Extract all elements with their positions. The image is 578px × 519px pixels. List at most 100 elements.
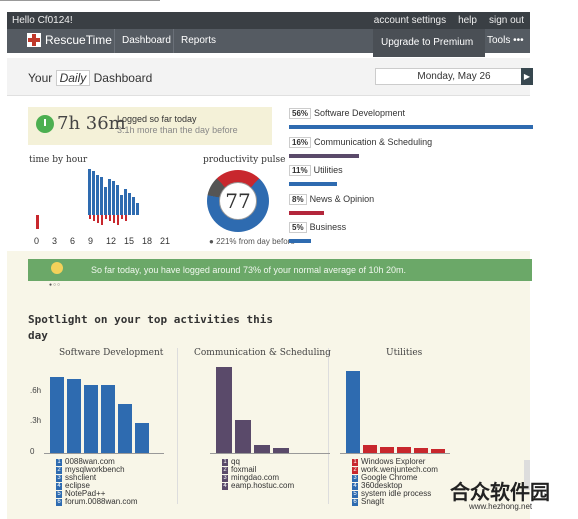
- pulse-note: ● 221% from day before: [209, 237, 295, 246]
- hour-bar: [36, 215, 39, 229]
- y-tick: .3h: [30, 416, 42, 425]
- activity-bar: [254, 445, 270, 453]
- activity-bar: [397, 447, 411, 453]
- activity-bar: [118, 404, 132, 453]
- activity-rank: 2: [222, 466, 228, 474]
- activity-rank: 6: [352, 498, 358, 506]
- hour-bar: [105, 215, 107, 219]
- activity-list: 1 0088wan.com 2 mysqlworkbench 3 sshclient 4 ec…: [56, 458, 137, 506]
- main-nav: RescueTime Dashboard Reports Upgrade to …: [7, 29, 530, 76]
- help-link[interactable]: help: [458, 15, 477, 26]
- category-name: Business: [309, 222, 347, 232]
- hour-bar: [136, 203, 139, 215]
- category-bar: [289, 125, 533, 129]
- hour-bar: [117, 215, 119, 225]
- activity-rank: 1: [352, 458, 358, 466]
- column-title: Communication & Scheduling: [194, 348, 331, 358]
- category-item: 5% Business: [289, 222, 346, 233]
- dashboard-header: Your Daily Dashboard ◀ Monday, May 26 ▶: [7, 58, 533, 96]
- category-name: Communication & Scheduling: [314, 136, 433, 147]
- activity-rank: 6: [56, 498, 62, 506]
- hour-bar: [96, 175, 99, 215]
- hour-bar: [97, 215, 99, 223]
- hour-bar: [88, 169, 91, 215]
- category-percent: 16%: [289, 136, 312, 148]
- category-item: 16% Communication & Scheduling: [289, 136, 433, 148]
- summary-message: So far today, you have logged around 73%…: [91, 265, 407, 275]
- hour-bar: [120, 195, 123, 215]
- pulse-score: 77: [219, 182, 257, 220]
- category-percent: 56%: [289, 108, 312, 119]
- date-picker[interactable]: Monday, May 26: [375, 68, 533, 85]
- category-bar: [289, 210, 324, 215]
- activity-bar: [216, 367, 232, 453]
- hour-bar: [125, 215, 127, 221]
- top-bar: Hello Cf0124! account settings help sign…: [7, 12, 530, 29]
- hour-bar: [104, 187, 107, 215]
- category-percent: 5%: [289, 222, 307, 233]
- activity-rank: 1: [56, 458, 62, 466]
- hour-tick: 3: [52, 236, 58, 246]
- column-title: Software Development: [59, 348, 164, 358]
- watermark-logo: 合众软件园: [450, 482, 550, 504]
- x-axis: [44, 453, 164, 454]
- hour-bar: [89, 215, 91, 219]
- tools-label: Tools: [487, 35, 511, 46]
- activity-bar: [235, 420, 251, 453]
- activity-rank: 5: [56, 490, 62, 498]
- category-item: 11% Utilities: [289, 165, 343, 176]
- upgrade-label: Upgrade to Premium: [381, 37, 474, 48]
- activity-bar: [101, 385, 115, 453]
- column-divider: [177, 348, 178, 504]
- tab-dashboard[interactable]: Dashboard: [114, 29, 178, 53]
- category-item: 8% News & Opinion: [289, 193, 375, 205]
- rescuetime-logo-icon: [27, 33, 41, 47]
- brand-logo[interactable]: RescueTime: [27, 33, 112, 47]
- period-select[interactable]: Daily: [55, 70, 91, 86]
- tools-menu[interactable]: Tools •••: [487, 29, 524, 53]
- category-bar: [289, 153, 359, 158]
- hour-bar: [108, 179, 111, 215]
- activity-rank: 4: [56, 482, 62, 490]
- logged-time: 7h 36m: [57, 113, 126, 134]
- activity-rank: 3: [352, 474, 358, 482]
- next-day-button[interactable]: ▶: [521, 68, 533, 85]
- hour-bar: [124, 189, 127, 215]
- column-title: Utilities: [386, 348, 423, 358]
- category-name: Utilities: [313, 165, 343, 175]
- hour-bar: [112, 181, 115, 215]
- spotlight-title: Spotlight on your top activities this da…: [28, 313, 274, 342]
- y-tick: 0: [30, 447, 35, 456]
- hour-bar: [116, 185, 119, 215]
- activity-bar: [84, 385, 98, 453]
- category-item: 56% Software Development: [289, 108, 405, 119]
- activity-rank: 3: [56, 474, 62, 482]
- hour-bar: [92, 171, 95, 215]
- activity-rank: 4: [222, 482, 228, 490]
- hour-bar: [121, 215, 123, 219]
- hour-tick: 0: [34, 236, 40, 246]
- hour-bar: [109, 215, 111, 221]
- activity-item: 6 SnagIt: [352, 498, 438, 506]
- summary-banner: So far today, you have logged around 73%…: [28, 259, 532, 281]
- hour-bar: [113, 215, 115, 223]
- title-label: Dashboard: [93, 71, 153, 85]
- upgrade-button[interactable]: Upgrade to Premium?: [373, 29, 485, 76]
- account-settings-link[interactable]: account settings: [374, 15, 446, 26]
- hour-tick: 15: [124, 236, 135, 246]
- category-name: News & Opinion: [309, 193, 375, 204]
- clock-icon: [36, 115, 54, 133]
- activity-bar: [67, 379, 81, 453]
- carousel-dots[interactable]: ●○○: [49, 282, 61, 288]
- activity-rank: 2: [352, 466, 358, 474]
- sign-out-link[interactable]: sign out: [489, 15, 524, 26]
- tab-reports[interactable]: Reports: [173, 29, 223, 53]
- hour-tick: 9: [88, 236, 94, 246]
- hour-tick: 6: [70, 236, 76, 246]
- x-axis: [210, 453, 330, 454]
- category-percent: 11%: [289, 165, 311, 176]
- logged-time-card: 7h 36m Logged so far today 3.1h more tha…: [28, 107, 272, 145]
- page-title: Your Daily Dashboard: [28, 70, 152, 86]
- activity-rank: 4: [352, 482, 358, 490]
- category-percent: 8%: [289, 193, 307, 205]
